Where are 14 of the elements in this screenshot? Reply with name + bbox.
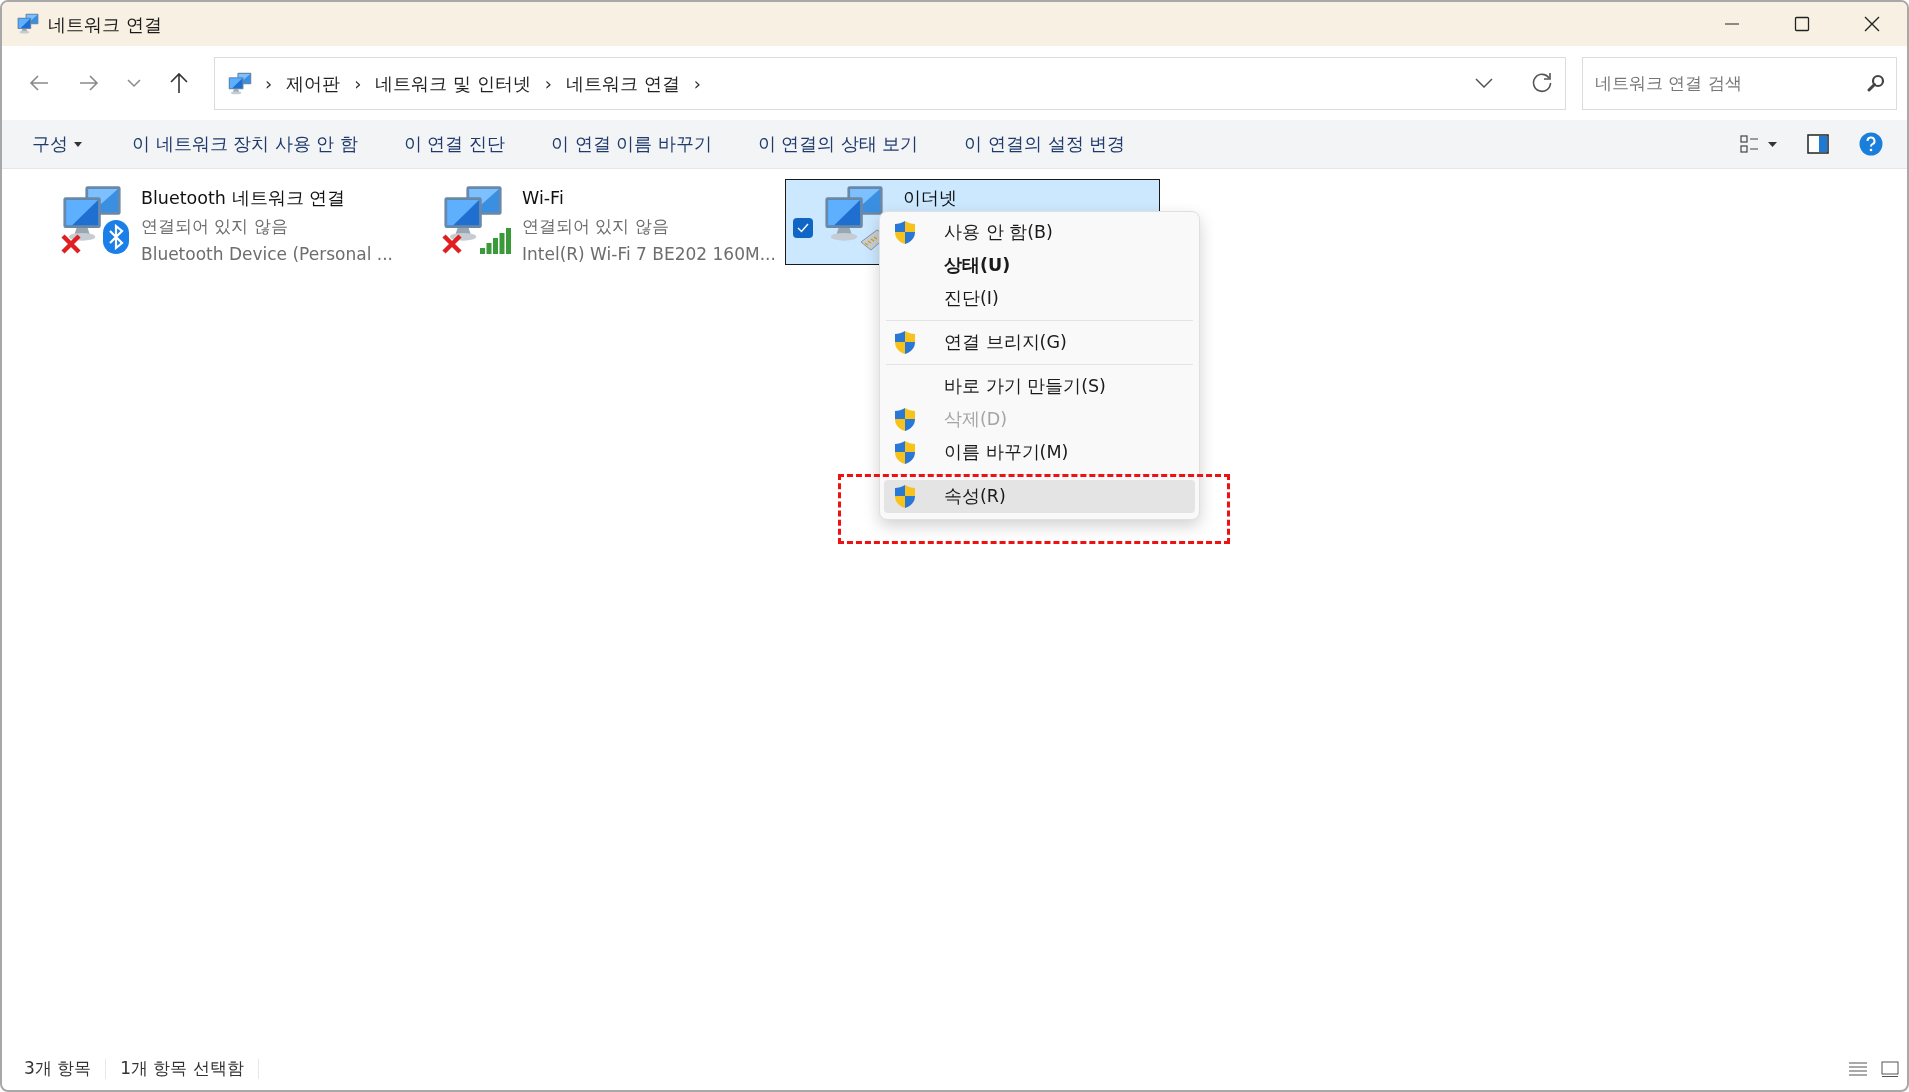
device-name: Intel(R) Wi-Fi 7 BE202 160M...: [522, 243, 776, 266]
window-title: 네트워크 연결: [48, 12, 162, 37]
chevron-right-icon: ›: [354, 69, 362, 97]
device-name: Bluetooth Device (Personal ...: [141, 243, 393, 266]
chevron-right-icon: ›: [544, 69, 553, 97]
chevron-right-icon: ›: [265, 69, 273, 97]
connection-name: Bluetooth 네트워크 연결: [141, 187, 347, 210]
selection-count: 1개 항목 선택함: [120, 1057, 244, 1081]
connection-status: 연결되어 있지 않음: [141, 215, 289, 238]
connection-name: 이더넷: [903, 187, 957, 210]
connection-name: Wi-Fi: [522, 187, 565, 210]
item-count: 3개 항목: [24, 1057, 92, 1081]
connection-status: 연결되어 있지 않음: [522, 215, 670, 238]
chevron-right-icon: ›: [693, 69, 701, 97]
